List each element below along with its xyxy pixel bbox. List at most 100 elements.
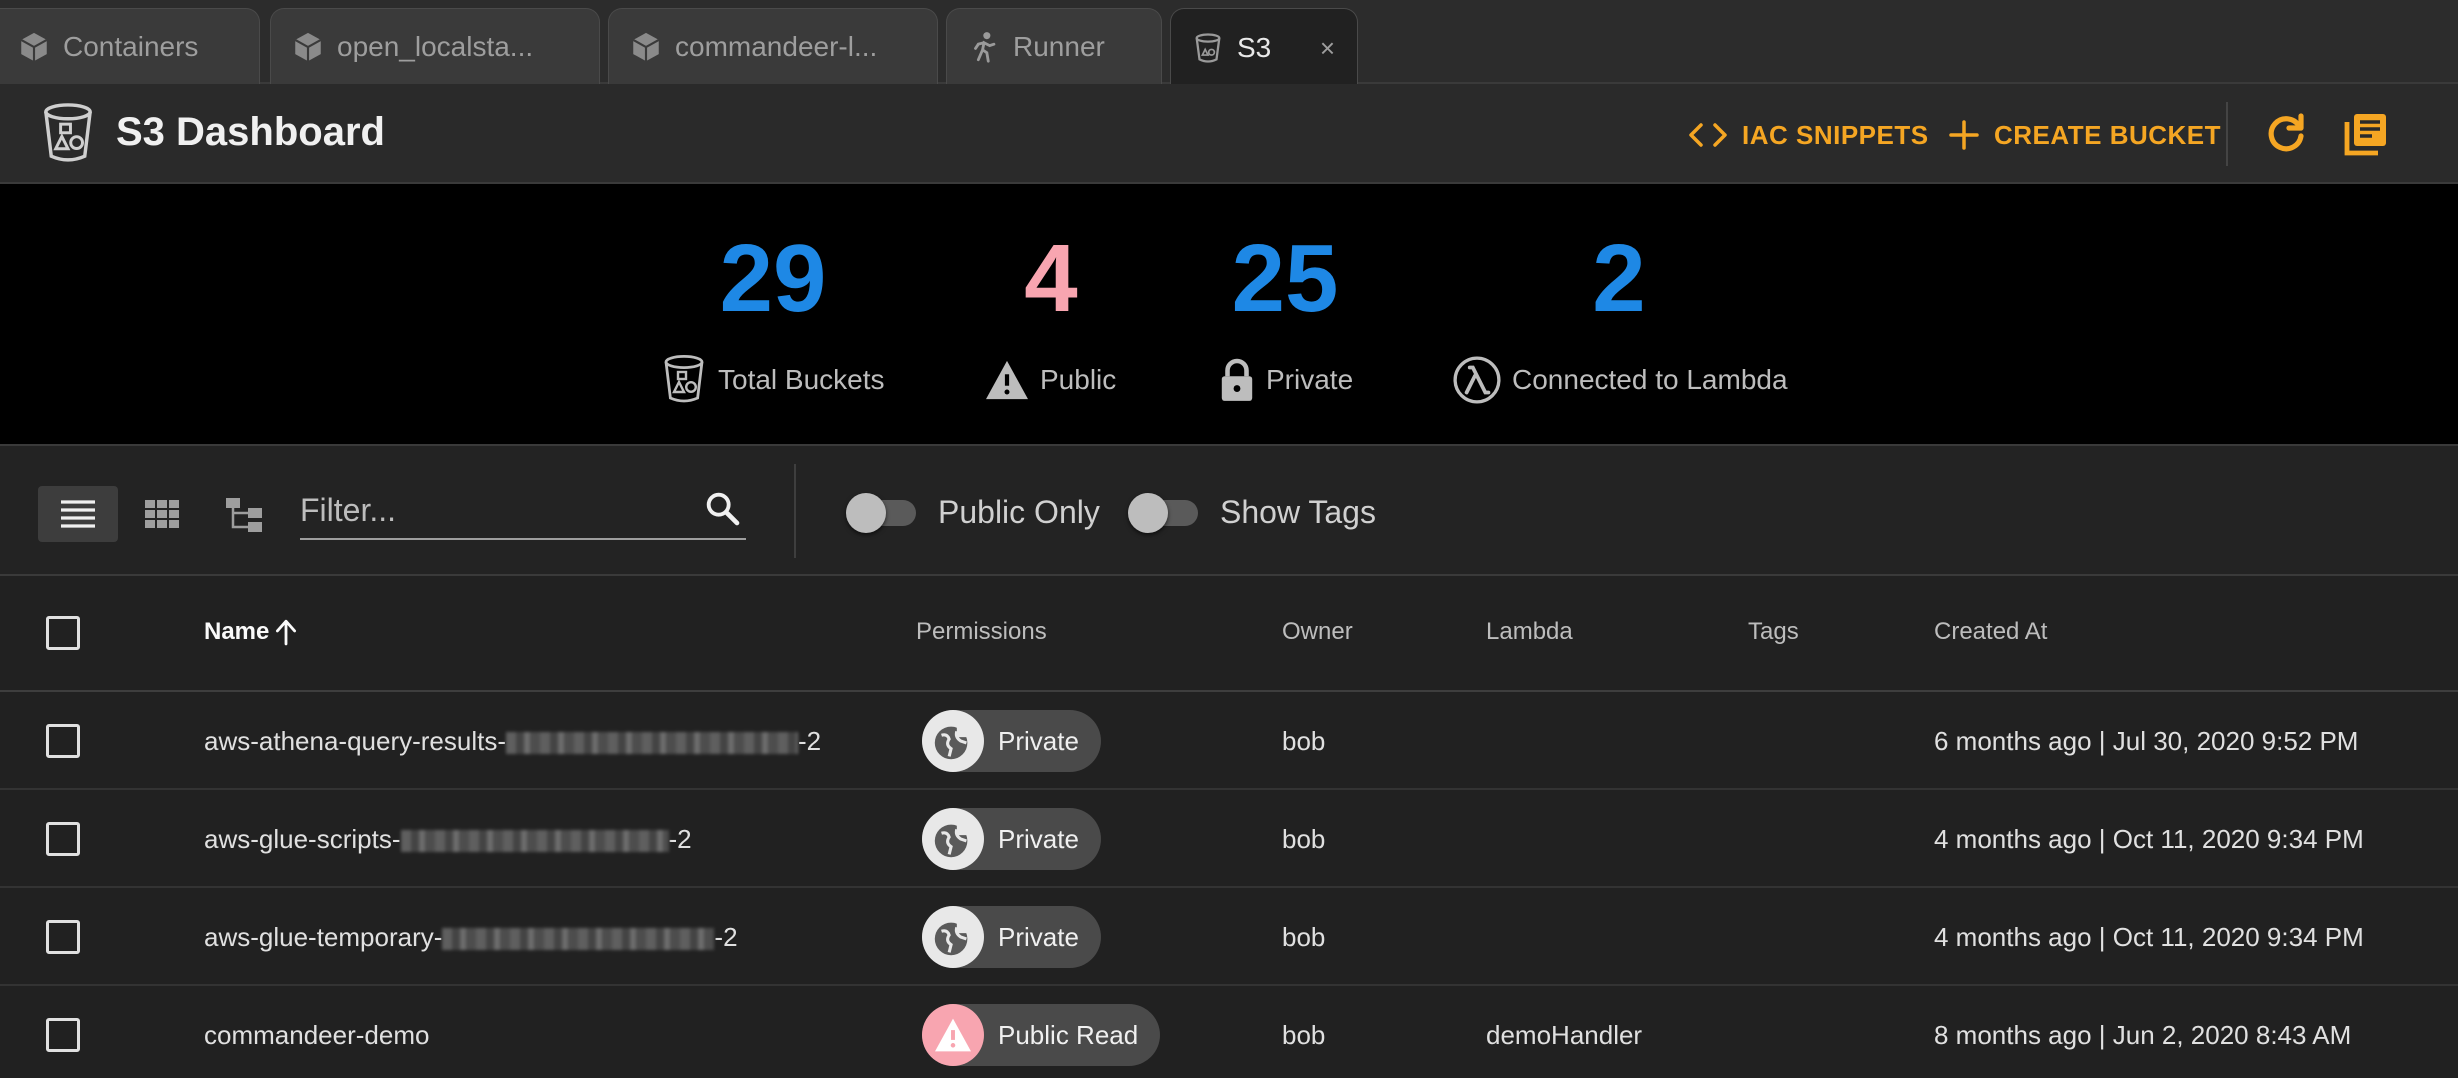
table-row[interactable]: aws-glue-scripts- -2 Private bob 4 months… — [0, 790, 2458, 888]
toggle-track[interactable] — [846, 492, 916, 533]
refresh-icon[interactable] — [2262, 110, 2310, 158]
column-created-at[interactable]: Created At — [1934, 618, 2047, 646]
create-bucket-button[interactable]: CREATE BUCKET — [1948, 114, 2221, 156]
total-buckets-stat: Total Buckets — [660, 352, 885, 408]
row-checkbox[interactable] — [46, 724, 80, 758]
redacted-text — [400, 830, 669, 853]
bucket-name[interactable]: aws-glue-temporary- -2 — [204, 922, 738, 953]
row-checkbox[interactable] — [46, 920, 80, 954]
bucket-name[interactable]: aws-athena-query-results- -2 — [204, 726, 821, 757]
cube-icon — [291, 30, 325, 64]
tab-s3[interactable]: S3 × — [1170, 8, 1358, 86]
bucket-name-prefix: aws-glue-scripts- — [204, 824, 401, 854]
permission-badge[interactable]: Private — [922, 710, 1101, 772]
tab-label: commandeer-l... — [675, 30, 878, 62]
warning-icon — [922, 1004, 984, 1066]
grid-icon — [145, 500, 179, 528]
owner-cell: bob — [1282, 824, 1326, 854]
permission-label: Private — [998, 823, 1079, 854]
select-all-checkbox[interactable] — [46, 616, 80, 650]
permission-badge[interactable]: Public Read — [922, 1004, 1161, 1066]
tab-runner[interactable]: Runner — [946, 8, 1162, 84]
table-row[interactable]: aws-athena-query-results- -2 Private bob … — [0, 692, 2458, 790]
bucket-name-suffix: -2 — [798, 726, 822, 756]
tab-commandeer[interactable]: commandeer-l... — [608, 8, 938, 84]
bucket-name-prefix: commandeer-demo — [204, 1020, 430, 1050]
redacted-text — [442, 928, 715, 951]
filter-field — [300, 482, 746, 540]
tree-icon — [226, 498, 262, 532]
toggle-track[interactable] — [1128, 492, 1198, 533]
column-permissions[interactable]: Permissions — [916, 618, 1047, 646]
table-header: Name Permissions Owner Lambda Tags Creat… — [0, 576, 2458, 692]
permission-badge[interactable]: Private — [922, 808, 1101, 870]
tab-label: Runner — [1013, 30, 1105, 62]
cube-icon — [17, 30, 51, 64]
header-divider — [2226, 102, 2228, 166]
created-at-cell: 8 months ago | Jun 2, 2020 8:43 AM — [1934, 1020, 2352, 1050]
permission-label: Private — [998, 921, 1079, 952]
total-buckets-label: Total Buckets — [718, 364, 885, 395]
tab-label: open_localsta... — [337, 30, 534, 62]
lambda-cell[interactable]: demoHandler — [1486, 1020, 1642, 1051]
public-stat: Public — [984, 352, 1116, 408]
list-view-button[interactable] — [38, 486, 118, 542]
row-checkbox[interactable] — [46, 1018, 80, 1052]
tab-label: S3 — [1237, 31, 1272, 63]
permission-label: Private — [998, 725, 1079, 756]
column-lambda[interactable]: Lambda — [1486, 618, 1573, 646]
table-row[interactable]: commandeer-demo Public Read bob demoHand… — [0, 986, 2458, 1078]
column-name[interactable]: Name — [204, 618, 299, 646]
bucket-name[interactable]: commandeer-demo — [204, 1020, 429, 1051]
page-header: S3 Dashboard IAC SNIPPETS CREATE BUCKET — [0, 84, 2458, 184]
tab-bar: Containers open_localsta... commandeer-l… — [0, 0, 2458, 86]
public-only-toggle[interactable]: Public Only — [846, 492, 1100, 533]
owner-cell: bob — [1282, 1020, 1326, 1050]
docs-icon[interactable] — [2342, 110, 2390, 158]
bucket-icon — [664, 355, 704, 403]
code-icon — [1689, 123, 1727, 147]
bucket-name-prefix: aws-athena-query-results- — [204, 726, 507, 756]
tree-view-button[interactable] — [204, 486, 284, 542]
column-tags[interactable]: Tags — [1748, 618, 1799, 646]
table-row[interactable]: aws-glue-temporary- -2 Private bob 4 mont… — [0, 888, 2458, 986]
show-tags-label: Show Tags — [1220, 494, 1376, 530]
filter-input[interactable] — [300, 488, 680, 532]
tab-containers[interactable]: Containers — [0, 8, 260, 84]
lambda-label: Connected to Lambda — [1512, 364, 1788, 395]
bucket-name-suffix: -2 — [714, 922, 738, 952]
toolbar-divider — [794, 464, 796, 558]
page-title: S3 Dashboard — [116, 110, 385, 154]
iac-snippets-button[interactable]: IAC SNIPPETS — [1688, 114, 1929, 156]
plus-icon — [1949, 120, 1979, 150]
search-icon[interactable] — [702, 488, 742, 533]
list-icon — [61, 500, 95, 528]
private-globe-icon — [922, 808, 984, 870]
lock-icon — [1221, 358, 1253, 401]
show-tags-toggle[interactable]: Show Tags — [1128, 492, 1376, 533]
row-checkbox[interactable] — [46, 822, 80, 856]
permission-label: Public Read — [998, 1019, 1139, 1050]
lambda-icon — [1453, 356, 1501, 404]
runner-icon — [967, 30, 1001, 64]
permission-badge[interactable]: Private — [922, 906, 1101, 968]
grid-view-button[interactable] — [122, 486, 202, 542]
private-label: Private — [1266, 364, 1354, 395]
create-bucket-label: CREATE BUCKET — [1994, 119, 2222, 150]
column-owner[interactable]: Owner — [1282, 618, 1353, 646]
toggle-thumb[interactable] — [1128, 492, 1168, 533]
public-label: Public — [1040, 364, 1117, 395]
owner-cell: bob — [1282, 726, 1326, 756]
private-stat: Private — [1218, 352, 1353, 408]
sort-ascending-icon[interactable] — [273, 618, 299, 646]
close-icon[interactable]: × — [1320, 33, 1335, 64]
warning-icon — [986, 360, 1028, 400]
bucket-name[interactable]: aws-glue-scripts- -2 — [204, 824, 692, 855]
column-name-label: Name — [204, 618, 270, 645]
bucket-icon — [38, 102, 98, 166]
private-globe-icon — [922, 710, 984, 772]
total-buckets-count: 29 — [719, 225, 827, 332]
redacted-text — [506, 732, 799, 755]
toggle-thumb[interactable] — [846, 492, 886, 533]
tab-open-localstack[interactable]: open_localsta... — [270, 8, 600, 84]
